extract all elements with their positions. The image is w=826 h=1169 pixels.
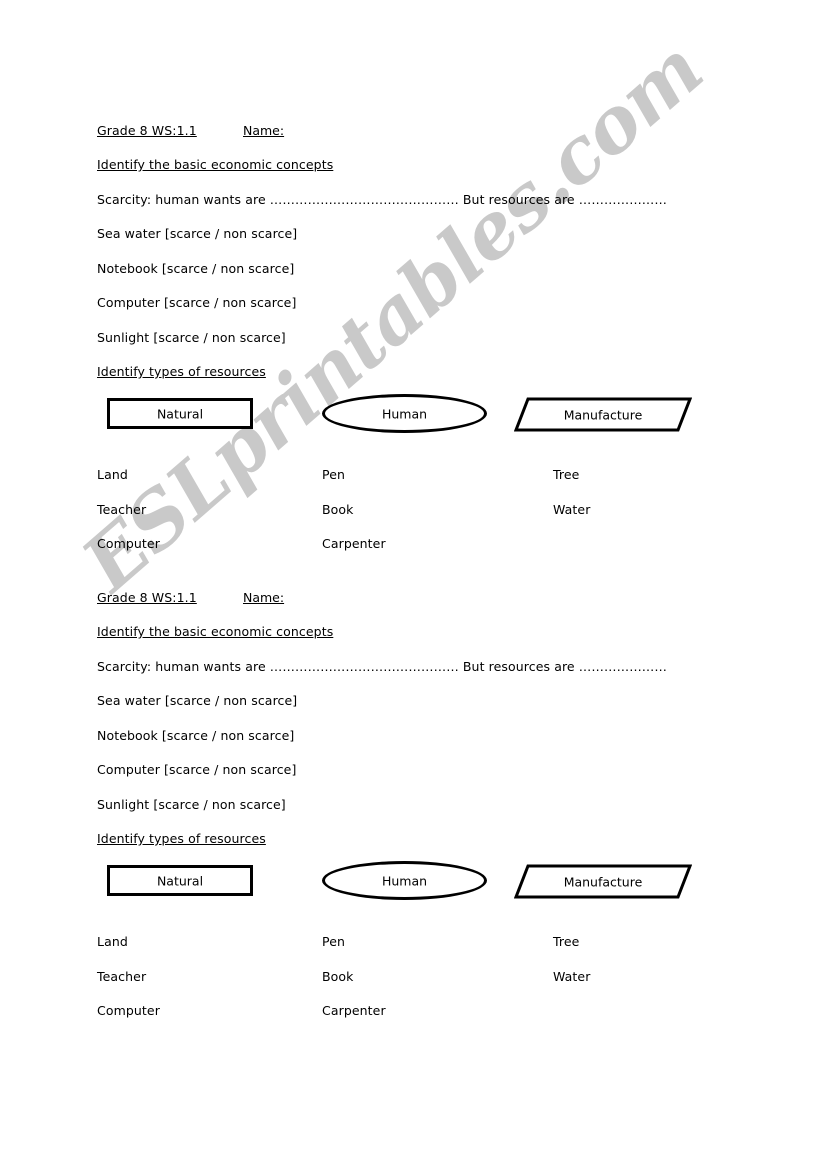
word-item: Computer (97, 1003, 160, 1018)
category-shape-manufacture: Manufacture (514, 397, 692, 432)
word-item: Pen (322, 934, 346, 949)
word-item: Book (322, 502, 354, 517)
category-shape-human: Human (322, 861, 487, 900)
scarcity-fill-line: Scarcity: human wants are ……………………………………… (97, 192, 667, 207)
watermark: ESLprintables.com (0, 0, 826, 1169)
category-shapes-row: Natural Human Manufacture (0, 394, 826, 444)
grade-label: Grade 8 WS:1.1 (97, 123, 197, 138)
list-item: Notebook [scarce / non scarce] (97, 261, 295, 276)
category-shape-human: Human (322, 394, 487, 433)
name-label: Name: (243, 123, 285, 138)
list-item: Sunlight [scarce / non scarce] (97, 330, 286, 345)
category-label: Manufacture (563, 407, 643, 422)
list-item: Computer [scarce / non scarce] (97, 762, 297, 777)
word-item: Teacher (97, 969, 147, 984)
list-item: Sunlight [scarce / non scarce] (97, 797, 286, 812)
category-label: Human (381, 406, 428, 421)
word-item: Tree (553, 934, 580, 949)
section1-heading: Identify the basic economic concepts (97, 624, 334, 639)
section2-heading: Identify types of resources (97, 831, 266, 846)
scarcity-fill-line: Scarcity: human wants are ……………………………………… (97, 659, 667, 674)
category-label: Manufacture (563, 874, 643, 889)
word-item: Book (322, 969, 354, 984)
category-shape-manufacture: Manufacture (514, 864, 692, 899)
section2-heading: Identify types of resources (97, 364, 266, 379)
list-item: Computer [scarce / non scarce] (97, 295, 297, 310)
word-item: Water (553, 502, 591, 517)
list-item: Sea water [scarce / non scarce] (97, 693, 298, 708)
grade-label: Grade 8 WS:1.1 (97, 590, 197, 605)
name-label: Name: (243, 590, 285, 605)
word-item: Teacher (97, 502, 147, 517)
category-shape-natural: Natural (107, 865, 253, 896)
category-label: Human (381, 873, 428, 888)
word-item: Tree (553, 467, 580, 482)
word-item: Carpenter (322, 536, 386, 551)
category-label: Natural (156, 406, 204, 421)
list-item: Sea water [scarce / non scarce] (97, 226, 298, 241)
category-shape-natural: Natural (107, 398, 253, 429)
word-item: Computer (97, 536, 160, 551)
word-item: Pen (322, 467, 346, 482)
list-item: Notebook [scarce / non scarce] (97, 728, 295, 743)
section1-heading: Identify the basic economic concepts (97, 157, 334, 172)
word-item: Water (553, 969, 591, 984)
word-item: Carpenter (322, 1003, 386, 1018)
category-shapes-row: Natural Human Manufacture (0, 861, 826, 911)
worksheet-page: ESLprintables.com Grade 8 WS:1.1 Name: I… (0, 0, 826, 1169)
word-item: Land (97, 467, 128, 482)
word-item: Land (97, 934, 128, 949)
category-label: Natural (156, 873, 204, 888)
